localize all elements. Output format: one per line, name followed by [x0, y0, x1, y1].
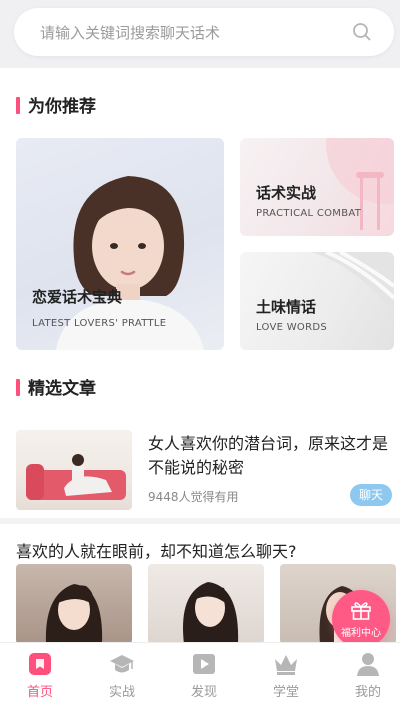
card-title: 恋爱话术宝典: [32, 288, 123, 306]
tab-home[interactable]: 首页: [8, 651, 72, 703]
articles-section-title: 精选文章: [16, 374, 96, 399]
card-title: 土味情话: [256, 298, 317, 316]
tab-practice[interactable]: 实战: [90, 651, 154, 703]
welfare-center-button[interactable]: 福利中心: [332, 590, 390, 642]
recommend-card-lovers-prattle[interactable]: 恋爱话术宝典 LATEST LOVERS' PRATTLE: [16, 138, 224, 350]
play-icon: [193, 654, 215, 674]
article-title: 女人喜欢你的潜台词，原来这才是不能说的秘密: [148, 434, 389, 477]
recommend-card-love-words[interactable]: 土味情话 LOVE WORDS: [240, 252, 394, 350]
divider: [0, 518, 400, 524]
card-subtitle: PRACTICAL COMBAT: [256, 208, 362, 219]
home-icon: [29, 653, 51, 675]
tab-school[interactable]: 学堂: [254, 651, 318, 703]
tab-discover[interactable]: 发现: [172, 651, 236, 703]
photo-card[interactable]: [16, 564, 132, 642]
tab-label: 首页: [26, 685, 53, 700]
question-heading: 喜欢的人就在眼前，却不知道怎么聊天?: [16, 542, 297, 561]
card-subtitle: LOVE WORDS: [256, 322, 328, 333]
bottom-tab-bar: 首页 实战 发现 学堂 我的: [0, 642, 400, 706]
section-marker: [16, 379, 20, 396]
search-input[interactable]: 请输入关键词搜索聊天话术: [14, 8, 394, 56]
tab-mine[interactable]: 我的: [336, 651, 400, 703]
crown-icon: [275, 655, 297, 675]
article-thumbnail: [16, 430, 132, 510]
section-marker: [16, 97, 20, 114]
tab-label: 发现: [190, 685, 217, 700]
graduation-cap-icon: [110, 655, 134, 673]
recommend-card-practical-combat[interactable]: 话术实战 PRACTICAL COMBAT: [240, 138, 394, 236]
search-icon[interactable]: [352, 22, 372, 42]
tab-label: 实战: [108, 685, 135, 700]
search-area: 请输入关键词搜索聊天话术: [0, 0, 400, 68]
recommend-section-title: 为你推荐: [16, 92, 96, 117]
main-content: 为你推荐 恋爱话术宝典 LATEST LOVERS' PRATTLE 话术实战 …: [0, 68, 400, 642]
search-placeholder: 请输入关键词搜索聊天话术: [40, 24, 221, 42]
user-icon: [357, 653, 379, 676]
welfare-label: 福利中心: [341, 628, 381, 639]
tab-label: 学堂: [272, 685, 299, 700]
card-title: 话术实战: [256, 184, 317, 202]
photo-card[interactable]: [148, 564, 264, 642]
section-title-text: 精选文章: [28, 379, 96, 399]
article-item[interactable]: 女人喜欢你的潜台词，原来这才是不能说的秘密 9448人觉得有用 聊天: [0, 426, 400, 526]
tab-label: 我的: [354, 685, 381, 700]
section-title-text: 为你推荐: [28, 97, 96, 117]
gift-icon: [351, 602, 371, 620]
card-subtitle: LATEST LOVERS' PRATTLE: [32, 318, 167, 329]
article-tag[interactable]: 聊天: [350, 484, 392, 506]
article-useful-count: 9448人觉得有用: [148, 490, 239, 504]
